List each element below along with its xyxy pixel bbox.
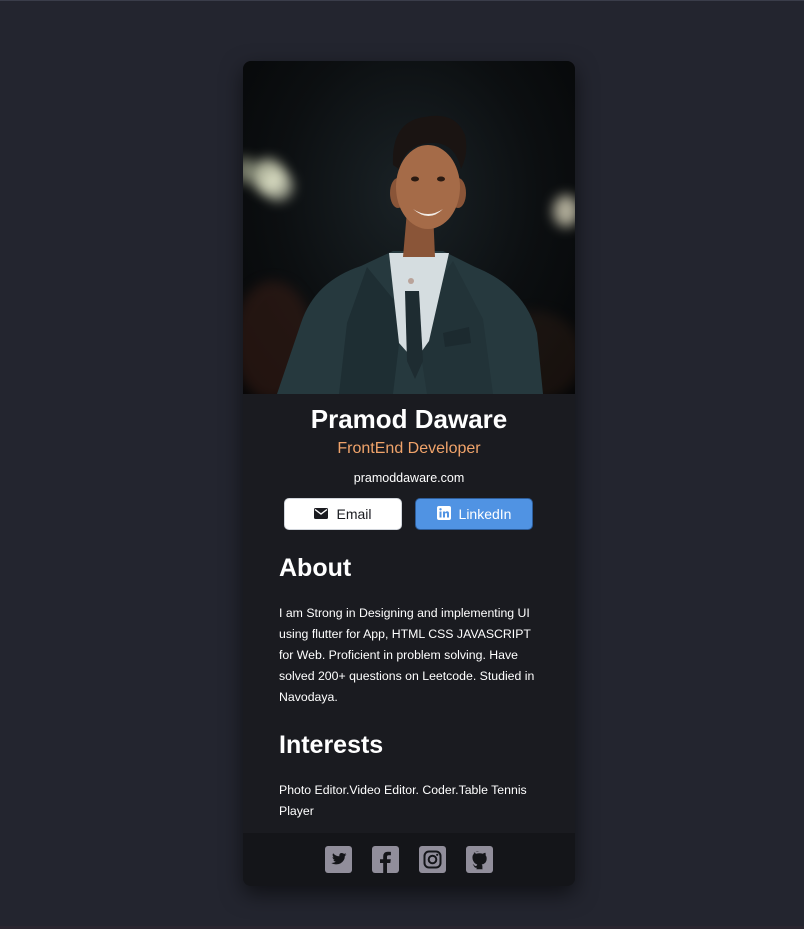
linkedin-button[interactable]: LinkedIn xyxy=(415,498,533,530)
twitter-icon[interactable] xyxy=(325,846,353,874)
interests-heading: Interests xyxy=(279,731,384,759)
email-button-label: Email xyxy=(336,506,372,522)
linkedin-icon xyxy=(436,505,451,523)
github-icon[interactable] xyxy=(466,846,494,874)
website-link[interactable]: pramoddaware.com xyxy=(243,471,575,485)
social-footer xyxy=(243,833,575,886)
facebook-icon[interactable] xyxy=(372,846,400,874)
profile-photo xyxy=(243,61,575,394)
about-text: I am Strong in Designing and implementin… xyxy=(279,606,535,704)
top-border xyxy=(0,0,804,1)
profile-role: FrontEnd Developer xyxy=(337,440,481,457)
profile-name: Pramod Daware xyxy=(310,404,508,434)
about-heading: About xyxy=(279,554,352,582)
email-button[interactable]: Email xyxy=(284,498,402,530)
instagram-icon[interactable] xyxy=(419,846,447,874)
interests-text: Photo Editor.Video Editor. Coder.Table T… xyxy=(279,783,527,818)
profile-card: Pramod Daware FrontEnd Developer pramodd… xyxy=(243,61,575,886)
person-illustration xyxy=(277,115,543,394)
mail-icon xyxy=(314,506,329,522)
linkedin-button-label: LinkedIn xyxy=(458,506,512,522)
